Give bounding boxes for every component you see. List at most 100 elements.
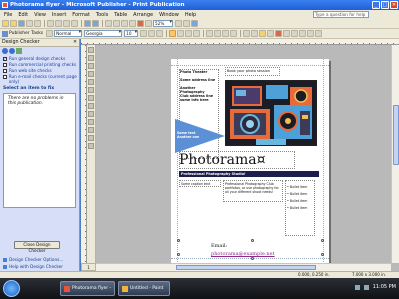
volume-icon[interactable] <box>363 284 369 290</box>
arrow-text[interactable]: Some text Another one <box>177 131 199 139</box>
menu-edit[interactable]: Edit <box>18 12 28 18</box>
vertical-scroll-thumb[interactable] <box>393 105 399 165</box>
selection-handle[interactable] <box>251 239 254 242</box>
taskbar-button-paint[interactable]: Untitled - Paint <box>118 281 170 296</box>
maximize-button[interactable]: □ <box>381 1 389 9</box>
menu-help[interactable]: Help <box>185 12 196 18</box>
redo-icon[interactable] <box>92 20 99 27</box>
undo-icon[interactable] <box>84 20 91 27</box>
close-design-checker-button[interactable]: Close Design Checker <box>14 241 60 253</box>
bullets-icon[interactable] <box>214 30 222 37</box>
caption-frame[interactable]: Some caption text <box>179 180 221 187</box>
form-control-icon[interactable] <box>88 135 94 141</box>
help-icon[interactable] <box>191 20 198 27</box>
email-text-frame[interactable]: Email: photorama@example.net <box>211 242 291 257</box>
clock[interactable]: 11:05 PM <box>373 284 396 290</box>
save-icon[interactable] <box>18 20 25 27</box>
home-icon[interactable] <box>16 48 22 54</box>
horizontal-ruler[interactable] <box>81 39 399 45</box>
option-commercial-checks[interactable]: Run commercial printing checks <box>0 62 79 67</box>
horizontal-scrollbar[interactable] <box>96 263 391 271</box>
menu-format[interactable]: Format <box>72 12 90 18</box>
body-text-frame[interactable]: Professional Photography Club portfolios… <box>223 180 283 202</box>
selection-handle[interactable] <box>251 257 254 260</box>
text-box-icon[interactable] <box>88 55 94 61</box>
align-center-icon[interactable] <box>177 30 185 37</box>
bold-icon[interactable] <box>140 30 148 37</box>
taskbar-button-publisher[interactable]: Photorama flyer - ... <box>60 281 115 296</box>
menu-arrange[interactable]: Arrange <box>133 12 153 18</box>
send-backward-icon[interactable] <box>113 20 120 27</box>
arrow-style-icon[interactable] <box>299 30 307 37</box>
option-email-checks[interactable]: Run e-mail checks (current page only) <box>0 74 79 84</box>
styles-icon[interactable] <box>46 30 54 37</box>
selection-handle[interactable] <box>177 253 180 256</box>
menu-window[interactable]: Window <box>159 12 179 18</box>
start-button[interactable] <box>3 280 20 297</box>
design-gallery-icon[interactable] <box>88 143 94 149</box>
wordart-icon[interactable] <box>88 71 94 77</box>
close-button[interactable]: ✕ <box>390 1 398 9</box>
minimize-button[interactable]: _ <box>372 1 380 9</box>
zoom-in-icon[interactable] <box>183 20 190 27</box>
bring-forward-icon[interactable] <box>105 20 112 27</box>
insert-table-icon[interactable] <box>88 63 94 69</box>
font-select[interactable]: Georgia <box>84 30 123 37</box>
general-checks-checkbox[interactable] <box>3 56 7 61</box>
flyer-title[interactable]: Photorama¤ <box>179 152 266 168</box>
rectangle-icon[interactable] <box>88 111 94 117</box>
hotspot-icon[interactable] <box>88 127 94 133</box>
vertical-scrollbar[interactable] <box>391 45 399 263</box>
publication-page[interactable]: Photo Theater Some address line Another … <box>171 59 329 264</box>
web-checks-checkbox[interactable] <box>3 68 7 73</box>
increase-indent-icon[interactable] <box>230 30 238 37</box>
menu-table[interactable]: Table <box>114 12 127 18</box>
format-painter-icon[interactable] <box>71 20 78 27</box>
rotate-icon[interactable] <box>121 20 128 27</box>
select-objects-icon[interactable] <box>88 47 94 53</box>
underline-icon[interactable] <box>156 30 164 37</box>
selection-handle[interactable] <box>321 239 324 242</box>
font-color-icon[interactable] <box>275 30 283 37</box>
line-style-icon[interactable] <box>283 30 291 37</box>
camera-clipart-image[interactable] <box>225 80 317 146</box>
cut-icon[interactable] <box>47 20 54 27</box>
print-preview-icon[interactable] <box>34 20 41 27</box>
top-caption-frame[interactable]: Book your photo session <box>225 67 280 76</box>
help-design-checker-link[interactable]: Help with Design Checker <box>3 264 63 269</box>
page-navigation-button[interactable]: 1 <box>81 263 96 271</box>
commercial-checks-checkbox[interactable] <box>3 62 7 67</box>
bullet-list-frame[interactable]: • Bullet item • Bullet item • Bullet ite… <box>285 180 315 236</box>
task-pane-header[interactable]: Design Checker ✕ <box>0 39 79 47</box>
italic-icon[interactable] <box>148 30 156 37</box>
selection-handle[interactable] <box>321 253 324 256</box>
zoom-out-icon[interactable] <box>175 20 182 27</box>
option-general-checks[interactable]: Run general design checks <box>0 56 79 61</box>
selection-handle[interactable] <box>177 239 180 242</box>
design-checker-results-list[interactable]: There are no problems in this publicatio… <box>3 93 76 208</box>
menu-insert[interactable]: Insert <box>52 12 66 18</box>
email-hyperlink[interactable]: photorama@example.net <box>211 251 275 257</box>
publisher-tasks-button[interactable]: Publisher Tasks <box>2 30 43 37</box>
hyperlink-icon[interactable] <box>137 20 144 27</box>
style-select[interactable]: Normal <box>54 30 83 37</box>
help-search-input[interactable]: Type a question for help <box>313 11 369 18</box>
zoom-select[interactable]: 52% <box>153 20 173 27</box>
columns-icon[interactable] <box>129 20 136 27</box>
special-characters-icon[interactable] <box>145 20 152 27</box>
align-right-icon[interactable] <box>185 30 193 37</box>
option-web-checks[interactable]: Run web site checks <box>0 68 79 73</box>
design-checker-options-link[interactable]: Design Checker Options... <box>3 257 63 262</box>
publisher-app-icon[interactable] <box>2 2 8 8</box>
menu-tools[interactable]: Tools <box>96 12 108 18</box>
print-icon[interactable] <box>26 20 33 27</box>
font-size-decrease-icon[interactable] <box>243 30 251 37</box>
network-icon[interactable] <box>354 284 360 290</box>
numbering-icon[interactable] <box>206 30 214 37</box>
decrease-indent-icon[interactable] <box>222 30 230 37</box>
align-left-icon[interactable] <box>169 30 177 37</box>
forward-icon[interactable] <box>9 48 15 54</box>
copy-icon[interactable] <box>55 20 62 27</box>
subtitle-bar[interactable]: Professional Photography Studio! <box>179 171 319 177</box>
picture-frame-icon[interactable] <box>88 79 94 85</box>
